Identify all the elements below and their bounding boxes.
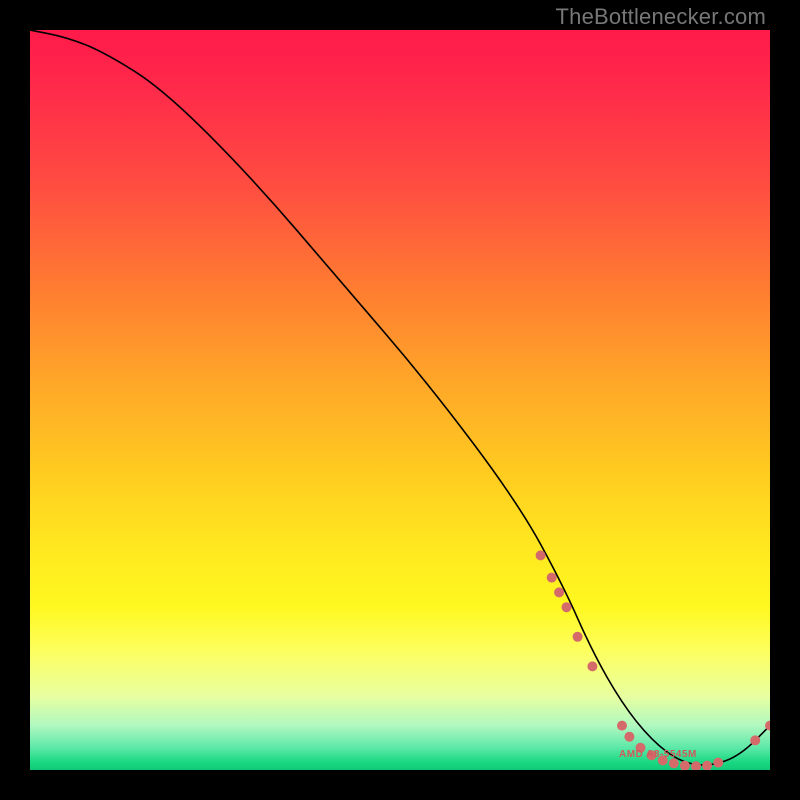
attribution-label: TheBottlenecker.com [556, 4, 766, 30]
marker-dot [691, 761, 701, 770]
marker-dot [713, 758, 723, 768]
chart-svg [30, 30, 770, 770]
marker-dot [536, 550, 546, 560]
bottleneck-curve-group [30, 30, 770, 770]
marker-dot [750, 735, 760, 745]
curve-markers [536, 550, 770, 770]
marker-dot [624, 732, 634, 742]
marker-dot [702, 761, 712, 770]
marker-dot [554, 587, 564, 597]
marker-dot [573, 632, 583, 642]
marker-dot [562, 602, 572, 612]
marker-dot [547, 573, 557, 583]
plot-area: AMD A8-5545M [30, 30, 770, 770]
series-annotation: AMD A8-5545M [619, 749, 697, 760]
bottleneck-curve-line [30, 30, 770, 765]
marker-dot [587, 661, 597, 671]
marker-dot [617, 721, 627, 731]
chart-canvas: AMD A8-5545M TheBottlenecker.com [0, 0, 800, 800]
marker-dot [680, 761, 690, 770]
